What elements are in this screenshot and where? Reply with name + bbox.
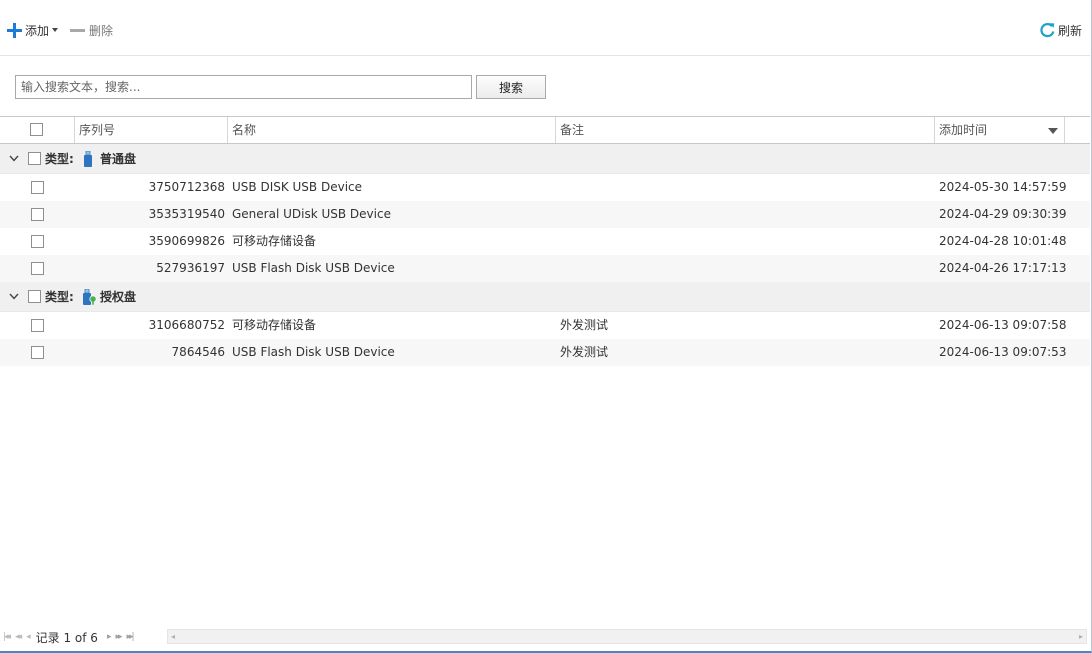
added-time-cell: 2024-04-28 10:01:48: [939, 234, 1067, 248]
group-type-label: 类型:: [45, 290, 74, 304]
horizontal-scrollbar[interactable]: ◂ ▸: [167, 629, 1087, 644]
note-cell: 外发测试: [560, 318, 609, 332]
refresh-button-label: 刷新: [1058, 23, 1083, 38]
serial-cell: 7864546: [171, 345, 225, 359]
grid-header: 序列号 名称 备注 添加时间: [0, 116, 1090, 144]
table-row[interactable]: 527936197 USB Flash Disk USB Device 2024…: [0, 255, 1090, 282]
added-time-cell: 2024-06-13 09:07:58: [939, 318, 1067, 332]
group-header-row[interactable]: 类型: 授权盘: [0, 282, 1090, 312]
table-row[interactable]: 3106680752 可移动存储设备 外发测试 2024-06-13 09:07…: [0, 312, 1090, 339]
pager-status: 记录 1 of 6: [35, 630, 98, 645]
serial-cell: 3535319540: [148, 207, 225, 221]
column-header-note[interactable]: 备注: [555, 117, 934, 143]
table-row[interactable]: 3590699826 可移动存储设备 2024-04-28 10:01:48: [0, 228, 1090, 255]
table-row[interactable]: 3535319540 General UDisk USB Device 2024…: [0, 201, 1090, 228]
search-input[interactable]: [15, 75, 472, 99]
refresh-icon: [1040, 23, 1055, 38]
search-button[interactable]: 搜索: [476, 75, 546, 99]
serial-cell: 3750712368: [148, 180, 225, 194]
row-checkbox[interactable]: [31, 346, 44, 359]
minus-icon: [70, 28, 85, 32]
group-checkbox[interactable]: [28, 152, 41, 165]
header-divider: [1064, 117, 1065, 143]
chevron-down-icon[interactable]: [9, 155, 19, 162]
row-checkbox[interactable]: [31, 235, 44, 248]
previous-page-block-icon[interactable]: ◂◂: [15, 632, 22, 642]
group-name: 普通盘: [100, 152, 137, 166]
added-time-cell: 2024-06-13 09:07:53: [939, 345, 1067, 359]
group-checkbox[interactable]: [28, 290, 41, 303]
group-name: 授权盘: [100, 290, 137, 304]
serial-cell: 3590699826: [148, 234, 225, 248]
added-time-cell: 2024-04-26 17:17:13: [939, 261, 1067, 275]
row-checkbox[interactable]: [31, 208, 44, 221]
name-cell: USB Flash Disk USB Device: [232, 261, 395, 275]
group-header-row[interactable]: 类型: 普通盘: [0, 144, 1090, 174]
refresh-button[interactable]: 刷新: [1040, 20, 1082, 40]
name-cell: 可移动存储设备: [232, 234, 317, 248]
added-time-cell: 2024-04-29 09:30:39: [939, 207, 1067, 221]
dropdown-caret-icon[interactable]: [52, 28, 59, 32]
first-page-icon[interactable]: |◂◂: [3, 632, 11, 642]
column-header-name[interactable]: 名称: [227, 117, 555, 143]
pager: |◂◂ ◂◂ ◂ 记录 1 of 6 ▸ ▸▸ ▸▸| ◂ ▸: [0, 628, 1090, 646]
delete-button[interactable]: 删除: [70, 20, 113, 40]
next-page-icon[interactable]: ▸: [107, 632, 111, 642]
row-checkbox[interactable]: [31, 319, 44, 332]
previous-page-icon[interactable]: ◂: [26, 632, 30, 642]
row-checkbox[interactable]: [31, 262, 44, 275]
table-row[interactable]: 7864546 USB Flash Disk USB Device 外发测试 2…: [0, 339, 1090, 366]
next-page-block-icon[interactable]: ▸▸: [115, 632, 122, 642]
usb-drive-icon: [84, 151, 92, 167]
app-window: 添加 删除 刷新 搜索 序列号 名称 备注 添加时间 类型:: [0, 0, 1092, 653]
name-cell: USB Flash Disk USB Device: [232, 345, 395, 359]
chevron-down-icon[interactable]: [9, 293, 19, 300]
add-button[interactable]: 添加: [7, 20, 59, 40]
name-cell: General UDisk USB Device: [232, 207, 391, 221]
column-menu-dropdown-icon[interactable]: [1048, 128, 1058, 134]
authorized-drive-icon: [83, 289, 97, 305]
delete-button-label: 删除: [89, 23, 114, 38]
note-cell: 外发测试: [560, 345, 609, 359]
toolbar: 添加 删除 刷新: [0, 0, 1090, 56]
column-header-serial[interactable]: 序列号: [74, 117, 227, 143]
table-row[interactable]: 3750712368 USB DISK USB Device 2024-05-3…: [0, 174, 1090, 201]
row-checkbox[interactable]: [31, 181, 44, 194]
scroll-left-icon[interactable]: ◂: [171, 632, 175, 641]
last-page-icon[interactable]: ▸▸|: [127, 632, 135, 642]
name-cell: USB DISK USB Device: [232, 180, 363, 194]
serial-cell: 3106680752: [148, 318, 225, 332]
select-all-checkbox[interactable]: [30, 123, 43, 136]
column-header-added-time[interactable]: 添加时间: [934, 117, 1064, 143]
serial-cell: 527936197: [156, 261, 225, 275]
added-time-cell: 2024-05-30 14:57:59: [939, 180, 1067, 194]
add-button-label: 添加: [25, 23, 50, 38]
group-type-label: 类型:: [45, 152, 74, 166]
scroll-right-icon[interactable]: ▸: [1079, 632, 1083, 641]
name-cell: 可移动存储设备: [232, 318, 317, 332]
plus-icon: [7, 22, 22, 38]
